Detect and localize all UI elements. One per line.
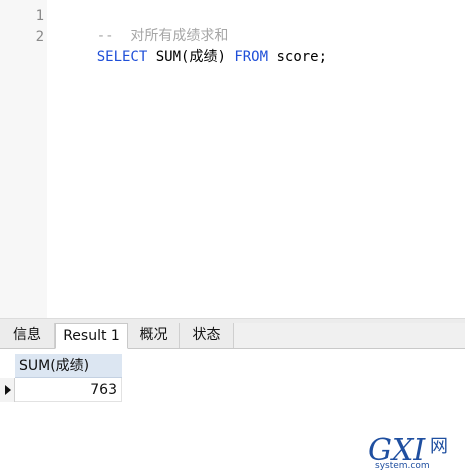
current-row-arrow-icon [5,385,11,395]
line-number-gutter: 1 2 [0,0,47,318]
watermark-logo: GXI 网 system.com [368,433,448,470]
tab-profile[interactable]: 概况 [128,323,180,348]
tab-info[interactable]: 信息 [0,323,55,348]
sql-expression: SUM(成绩) [147,49,235,65]
line-number-2: 2 [35,29,44,45]
watermark-site: system.com [375,461,430,470]
row-selector[interactable] [0,378,15,402]
tab-result-1[interactable]: Result 1 [55,323,128,349]
code-line-2[interactable]: SELECT SUM(成绩) FROM score; [63,27,327,87]
result-tab-bar: 信息 Result 1 概况 状态 [0,323,465,349]
tab-status[interactable]: 状态 [180,323,234,348]
sql-editor[interactable]: 1 2 -- 对所有成绩求和 SELECT SUM(成绩) FROM score… [0,0,465,318]
watermark-cn: 网 [430,436,448,457]
sql-table-name: score; [268,49,328,65]
column-header-sum[interactable]: SUM(成绩) [15,354,122,378]
sql-keyword-select: SELECT [96,49,148,65]
grid-corner [0,354,15,378]
sql-keyword-from: FROM [234,49,269,65]
result-cell[interactable]: 763 [15,378,122,402]
line-number-1: 1 [35,8,44,24]
